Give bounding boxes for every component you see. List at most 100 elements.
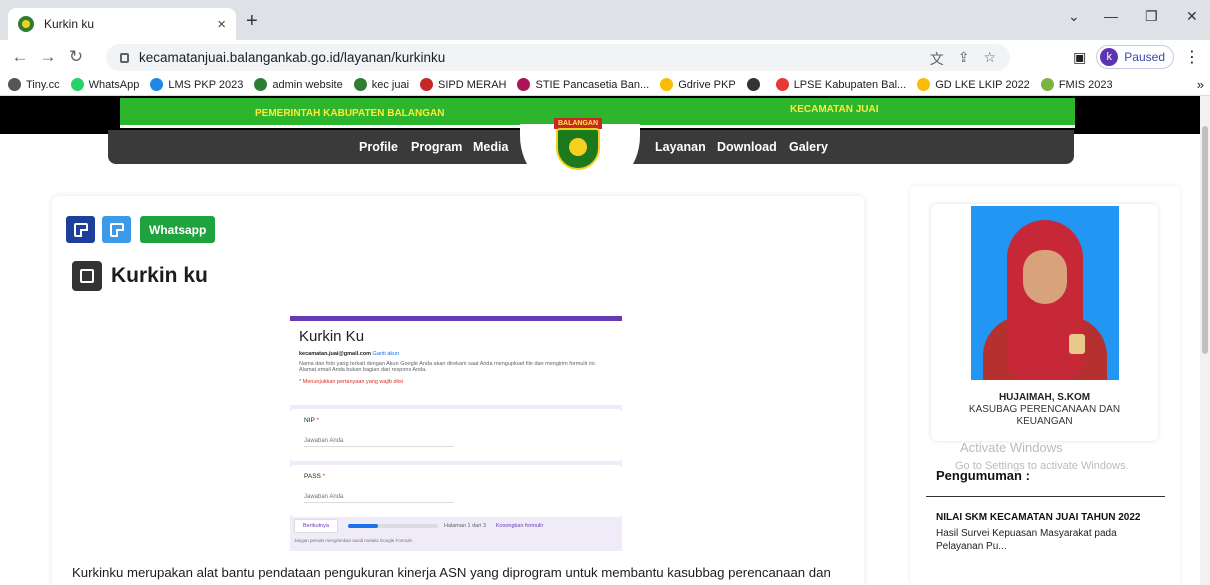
- profile-status: Paused: [1124, 50, 1165, 64]
- tab-close-icon[interactable]: ×: [217, 16, 226, 33]
- form-progress-bar: [348, 524, 438, 528]
- article-card: Whatsapp Kurkin ku Kurkin Ku kecamatan.j…: [52, 196, 864, 585]
- nav-program[interactable]: Program: [411, 140, 462, 154]
- bookmark-item[interactable]: SIPD MERAH: [420, 78, 506, 91]
- form-notice: Nama dan foto yang terkait dengan Akun G…: [299, 361, 597, 373]
- bookmark-item[interactable]: FMIS 2023: [1040, 78, 1113, 91]
- bookmark-item[interactable]: LMS PKP 2023: [150, 78, 243, 91]
- activate-windows-subtitle: Go to Settings to activate Windows.: [955, 460, 1129, 472]
- bookmark-favicon-icon: [353, 78, 367, 91]
- bookmark-item[interactable]: admin website: [254, 78, 343, 91]
- balangan-logo[interactable]: BALANGAN: [550, 118, 606, 170]
- nav-galery[interactable]: Galery: [789, 140, 828, 154]
- bookmark-label: Tiny.cc: [26, 78, 60, 91]
- browser-toolbar: ← → ↻ kecamatanjuai.balangankab.go.id/la…: [0, 40, 1210, 74]
- form-question-label: PASS: [304, 473, 321, 480]
- form-answer-placeholder: Jawaban Anda: [304, 494, 454, 503]
- form-footer-row: Berikutnya Halaman 1 dari 3 Kosongkan fo…: [290, 517, 622, 535]
- bookmark-favicon-icon: [70, 78, 84, 91]
- form-clear: Kosongkan formulir: [495, 523, 544, 529]
- announcement-divider: [926, 496, 1165, 497]
- translate-icon[interactable]: 文: [930, 49, 944, 69]
- reload-icon[interactable]: ↻: [62, 47, 90, 67]
- share-icon[interactable]: ⇪: [958, 49, 970, 69]
- bookmark-favicon-icon: [917, 78, 931, 91]
- bookmark-label: kec juai: [371, 78, 410, 91]
- form-next-button: Berikutnya: [294, 519, 338, 533]
- forward-arrow-icon[interactable]: →: [34, 47, 62, 67]
- form-title: Kurkin Ku: [299, 328, 365, 345]
- bookmark-label: LMS PKP 2023: [168, 78, 244, 91]
- new-tab-button[interactable]: +: [246, 10, 258, 33]
- bookmark-star-icon[interactable]: ☆: [983, 49, 996, 69]
- bookmark-label: STIE Pancasetia Ban...: [535, 78, 650, 91]
- bookmark-item[interactable]: [746, 78, 765, 91]
- profile-button[interactable]: k Paused: [1096, 45, 1174, 69]
- bookmark-favicon-icon: [660, 78, 674, 91]
- browser-tab-strip: Kurkin ku × + ⌄ — ❐ ✕: [0, 0, 1210, 40]
- address-bar[interactable]: kecamatanjuai.balangankab.go.id/layanan/…: [106, 44, 1010, 71]
- page-viewport: PEMERINTAH KABUPATEN BALANGAN KECAMATAN …: [0, 96, 1200, 585]
- title-row: Kurkin ku: [72, 261, 208, 291]
- announcement-item-title[interactable]: NILAI SKM KECAMATAN JUAI TAHUN 2022: [936, 512, 1140, 523]
- form-question-nip: NIP * Jawaban Anda: [290, 409, 622, 461]
- browser-tab[interactable]: Kurkin ku ×: [8, 8, 236, 40]
- form-answer-placeholder: Jawaban Anda: [304, 438, 454, 447]
- bookmark-favicon-icon: [1040, 78, 1054, 91]
- tab-search-icon[interactable]: ⌄: [1068, 8, 1080, 25]
- scrollbar-thumb[interactable]: [1202, 126, 1208, 354]
- form-email: kecamatan.juai@gmail.com Ganti akun: [299, 351, 613, 357]
- lock-icon: [120, 52, 129, 63]
- page-title: Kurkin ku: [111, 264, 208, 287]
- more-bookmarks-icon[interactable]: »: [1197, 77, 1204, 92]
- bookmark-item[interactable]: GD LKE LKIP 2022: [917, 78, 1030, 91]
- header-left-text: PEMERINTAH KABUPATEN BALANGAN: [255, 108, 445, 119]
- header-right-text: KECAMATAN JUAI: [790, 104, 879, 115]
- nav-layanan[interactable]: Layanan: [655, 140, 706, 154]
- bookmark-label: admin website: [272, 78, 343, 91]
- bookmark-favicon-icon: [8, 78, 21, 91]
- bookmark-favicon-icon: [746, 78, 760, 91]
- profile-role: KASUBAG PERENCANAAN DAN KEUANGAN: [968, 404, 1121, 427]
- more-menu-icon[interactable]: ⋮: [1184, 47, 1200, 67]
- bookmark-favicon-icon: [254, 78, 268, 91]
- bookmark-favicon-icon: [420, 78, 434, 91]
- share-facebook-button[interactable]: [66, 216, 95, 243]
- bookmark-item[interactable]: Tiny.cc: [8, 78, 60, 91]
- announcement-item-body: Hasil Survei Kepuasan Masyarakat pada Pe…: [936, 528, 1117, 552]
- minimize-button[interactable]: —: [1104, 8, 1118, 24]
- bookmark-item[interactable]: LPSE Kabupaten Bal...: [775, 78, 906, 91]
- side-panel-icon[interactable]: ▣: [1073, 49, 1086, 66]
- share-whatsapp-button[interactable]: Whatsapp: [140, 216, 216, 243]
- share-twitter-button[interactable]: [102, 216, 131, 243]
- tab-title: Kurkin ku: [44, 17, 95, 31]
- logo-shield-icon: [556, 128, 600, 170]
- profile-card: HUJAIMAH, S.KOM KASUBAG PERENCANAAN DAN …: [931, 204, 1158, 441]
- bookmark-item[interactable]: kec juai: [353, 78, 410, 91]
- avatar: k: [1100, 48, 1119, 66]
- article-body: Kurkinku merupakan alat bantu pendataan …: [72, 565, 839, 585]
- nav-media[interactable]: Media: [473, 140, 508, 154]
- restore-button[interactable]: ❐: [1145, 8, 1158, 25]
- bookmark-favicon-icon: [150, 78, 164, 91]
- document-icon: [72, 261, 102, 291]
- share-icon: [109, 222, 124, 237]
- back-arrow-icon[interactable]: ←: [6, 47, 34, 67]
- bookmark-label: SIPD MERAH: [438, 78, 507, 91]
- form-question-pass: PASS * Jawaban Anda: [290, 465, 622, 517]
- form-page-info: Halaman 1 dari 3: [444, 523, 486, 529]
- form-email-address: kecamatan.juai@gmail.com: [299, 351, 372, 357]
- nav-profile[interactable]: Profile: [359, 140, 398, 154]
- form-required-note: * Menunjukkan pertanyaan yang wajib diis…: [299, 379, 403, 385]
- form-footer-note: Jangan pernah mengirimkan sandi melalui …: [294, 538, 414, 543]
- bookmark-item[interactable]: STIE Pancasetia Ban...: [517, 78, 649, 91]
- page-scrollbar[interactable]: [1200, 96, 1210, 585]
- bookmark-item[interactable]: WhatsApp: [70, 78, 139, 91]
- profile-photo: [971, 206, 1119, 380]
- form-switch-account: Ganti akun: [372, 351, 400, 357]
- bookmark-favicon-icon: [517, 78, 531, 91]
- nav-download[interactable]: Download: [717, 140, 777, 154]
- close-window-button[interactable]: ✕: [1186, 8, 1198, 25]
- bookmark-item[interactable]: Gdrive PKP: [660, 78, 736, 91]
- url-text: kecamatanjuai.balangankab.go.id/layanan/…: [139, 50, 446, 65]
